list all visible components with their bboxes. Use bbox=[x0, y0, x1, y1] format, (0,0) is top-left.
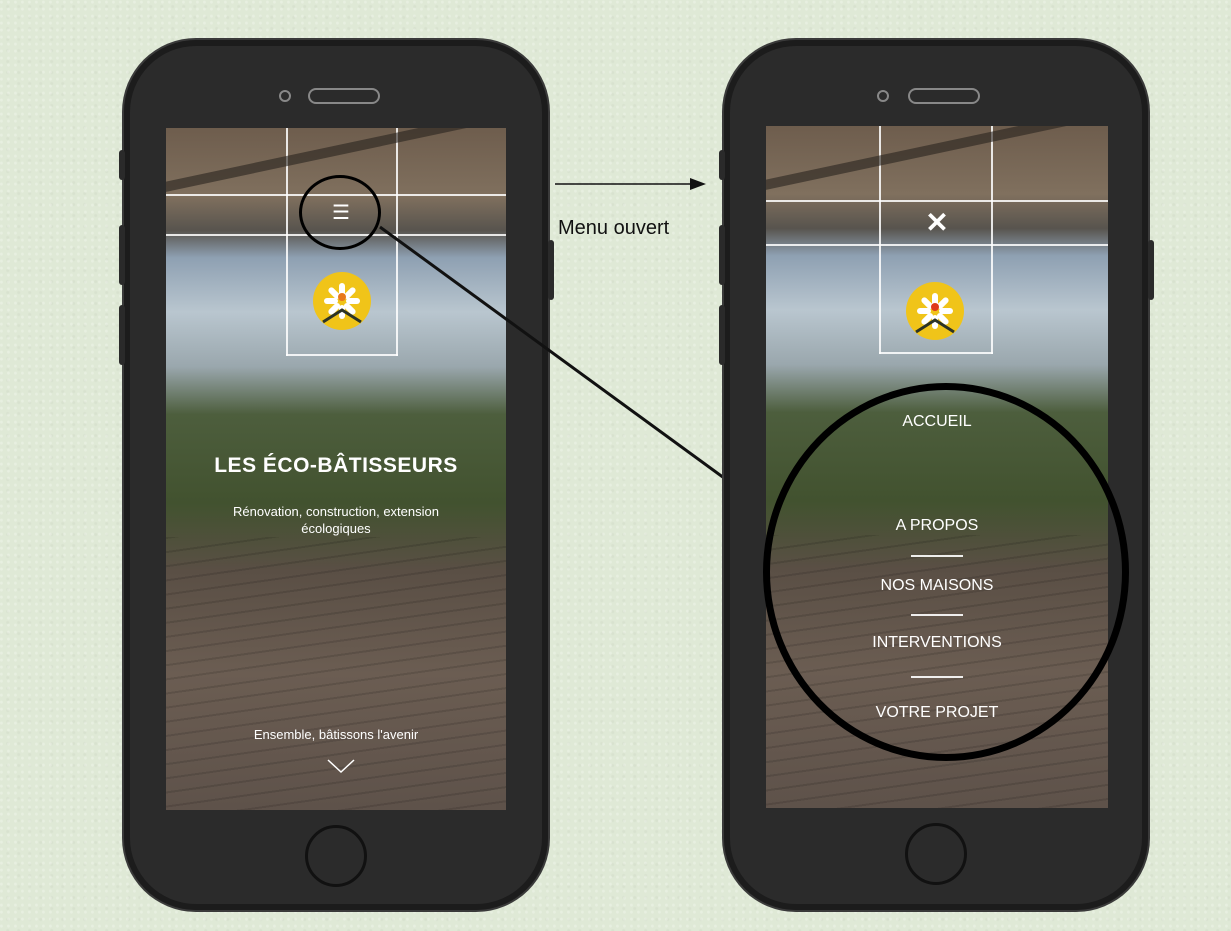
grid-line bbox=[879, 352, 993, 354]
side-button bbox=[719, 150, 725, 180]
close-menu-icon[interactable]: ✕ bbox=[919, 206, 955, 240]
front-camera bbox=[877, 90, 889, 102]
grid-line bbox=[766, 200, 1108, 202]
speaker-grille bbox=[908, 88, 980, 104]
annotation-circle-menu bbox=[763, 383, 1129, 761]
grid-line bbox=[766, 244, 1108, 246]
annotation-label: Menu ouvert bbox=[558, 217, 670, 239]
company-logo[interactable] bbox=[906, 282, 964, 340]
grid-line bbox=[991, 126, 993, 354]
volume-up-button bbox=[719, 225, 725, 285]
home-button[interactable] bbox=[905, 823, 967, 885]
grid-line bbox=[879, 126, 881, 354]
volume-down-button bbox=[719, 305, 725, 365]
power-button bbox=[1148, 240, 1154, 300]
